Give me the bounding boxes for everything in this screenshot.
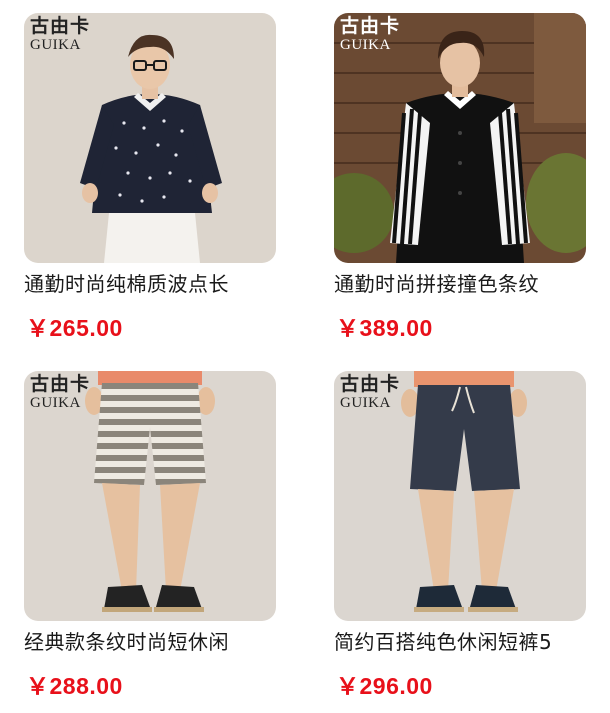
product-photo[interactable]: 古由卡 GUIKA xyxy=(334,371,586,621)
product-photo[interactable]: 古由卡 GUIKA xyxy=(334,13,586,263)
product-title[interactable]: 简约百搭纯色休闲短裤5 xyxy=(334,627,586,657)
product-price: ￥389.00 xyxy=(336,315,433,341)
brand-logo-en: GUIKA xyxy=(30,37,81,53)
brand-logo: 古由卡 GUIKA xyxy=(340,17,400,53)
product-card[interactable]: 古由卡 GUIKA 通勤时尚纯棉质波点长 ￥265.00 xyxy=(24,13,276,343)
product-photo[interactable]: 古由卡 GUIKA xyxy=(24,371,276,621)
brand-logo: 古由卡 GUIKA xyxy=(30,17,90,53)
brand-logo-cn: 古由卡 xyxy=(30,373,91,395)
brand-logo: 古由卡 GUIKA xyxy=(30,375,90,411)
brand-logo-cn: 古由卡 xyxy=(340,373,401,395)
product-card[interactable]: 古由卡 GUIKA 简约百搭纯色休闲短裤5 ￥296.00 xyxy=(334,371,586,701)
product-title[interactable]: 经典款条纹时尚短休闲 xyxy=(24,627,276,657)
brand-logo-en: GUIKA xyxy=(30,395,81,411)
product-card[interactable]: 古由卡 GUIKA 通勤时尚拼接撞色条纹 ￥389.00 xyxy=(334,13,586,343)
brand-logo-cn: 古由卡 xyxy=(340,15,401,37)
product-card[interactable]: 古由卡 GUIKA 经典款条纹时尚短休闲 ￥288.00 xyxy=(24,371,276,701)
brand-logo: 古由卡 GUIKA xyxy=(340,375,400,411)
product-title[interactable]: 通勤时尚纯棉质波点长 xyxy=(24,269,276,299)
brand-logo-en: GUIKA xyxy=(340,395,391,411)
product-price: ￥265.00 xyxy=(26,315,123,341)
brand-logo-en: GUIKA xyxy=(340,37,391,53)
product-price: ￥296.00 xyxy=(336,673,433,699)
product-title[interactable]: 通勤时尚拼接撞色条纹 xyxy=(334,269,586,299)
product-grid: 古由卡 GUIKA 通勤时尚纯棉质波点长 ￥265.00 古由卡 GUIKA 通… xyxy=(0,0,610,713)
product-price: ￥288.00 xyxy=(26,673,123,699)
product-photo[interactable]: 古由卡 GUIKA xyxy=(24,13,276,263)
brand-logo-cn: 古由卡 xyxy=(30,15,91,37)
